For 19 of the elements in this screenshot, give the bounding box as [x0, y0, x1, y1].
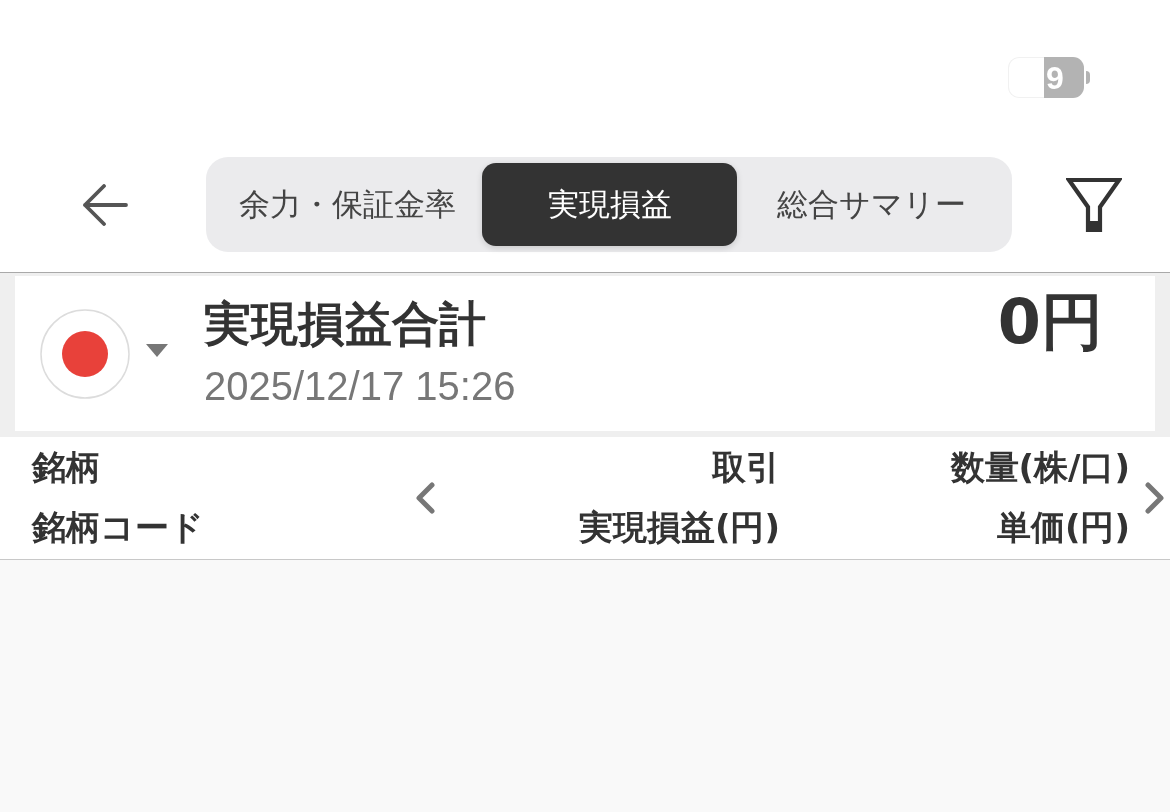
total-amount: 0円: [997, 284, 1103, 360]
column-header: 銘柄コード: [32, 506, 204, 549]
column-header: 単価(円): [996, 506, 1130, 549]
back-button[interactable]: [82, 183, 128, 226]
column-header: 銘柄: [32, 446, 100, 489]
tab[interactable]: 総合サマリー: [737, 163, 1006, 246]
chevron-right-icon[interactable]: [1145, 482, 1165, 514]
column-header: 実現損益(円): [578, 506, 780, 549]
column-header: 取引: [712, 446, 780, 489]
filter-button[interactable]: [1066, 176, 1122, 233]
column-header: 数量(株/口): [950, 446, 1130, 489]
caret-icon[interactable]: [146, 344, 168, 357]
tab[interactable]: 実現損益: [482, 163, 737, 246]
tab[interactable]: 余力・保証金率: [212, 163, 482, 246]
timestamp: 2025/12/17 15:26: [204, 363, 516, 410]
summary-title: 実現損益合計: [204, 295, 487, 353]
flag-icon[interactable]: [40, 308, 130, 399]
battery-indicator: 9: [1008, 57, 1090, 98]
chevron-left-icon[interactable]: [415, 482, 435, 514]
